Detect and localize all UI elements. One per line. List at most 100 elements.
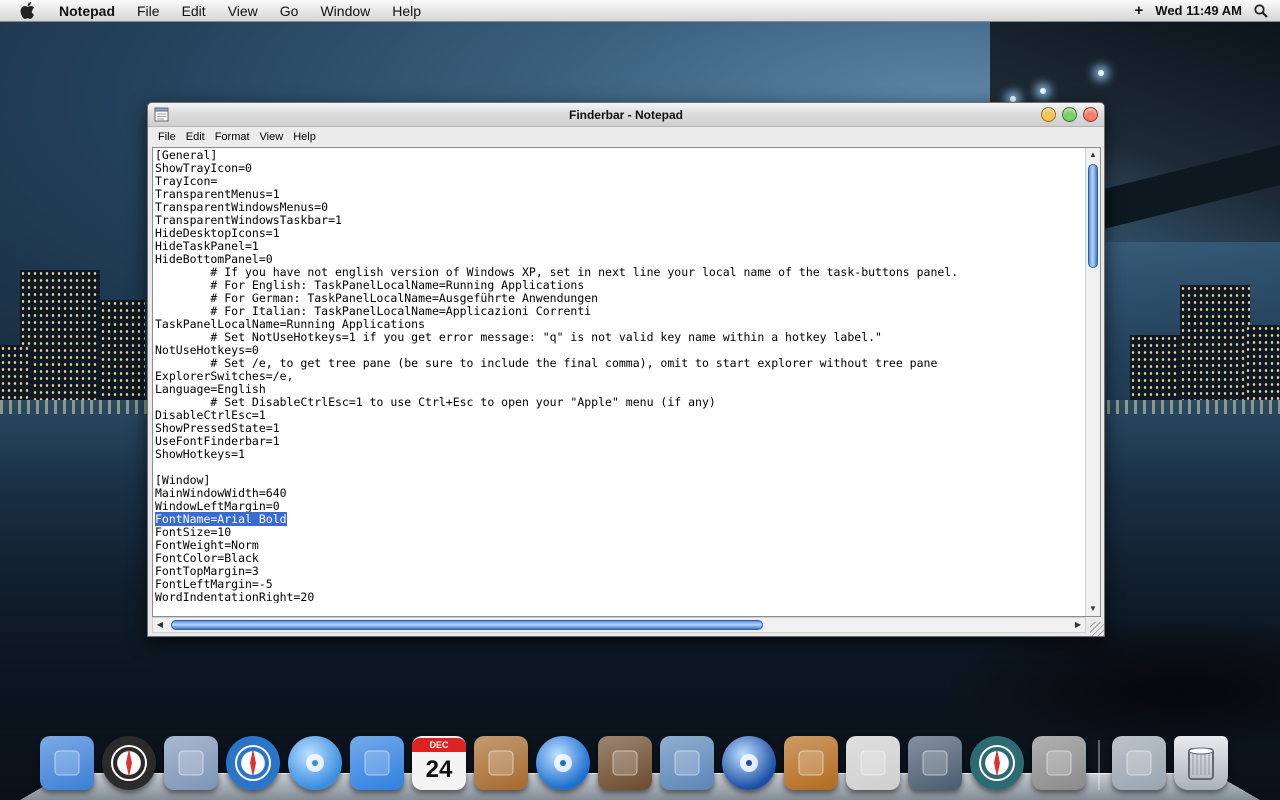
itunes-icon[interactable] bbox=[288, 736, 342, 790]
text-line[interactable]: WordIndentationRight=20 bbox=[155, 590, 1085, 604]
quicktime-icon[interactable] bbox=[536, 736, 590, 790]
text-line[interactable]: FontSize=10 bbox=[155, 526, 1085, 539]
scroll-right-arrow-icon[interactable]: ▶ bbox=[1071, 618, 1085, 632]
trash-icon[interactable] bbox=[1174, 736, 1228, 790]
system-preferences-icon[interactable] bbox=[1032, 736, 1086, 790]
text-line-content: # For Italian: TaskPanelLocalName=Applic… bbox=[155, 304, 592, 318]
iphoto-icon[interactable] bbox=[598, 736, 652, 790]
finder-icon[interactable] bbox=[40, 736, 94, 790]
safari-icon[interactable] bbox=[226, 736, 280, 790]
text-line[interactable]: ExplorerSwitches=/e, bbox=[155, 370, 1085, 383]
text-line-content: FontName=Arial Bold bbox=[155, 512, 287, 526]
text-line-content: TaskPanelLocalName=Running Applications bbox=[155, 317, 426, 331]
bridge-light bbox=[1040, 88, 1046, 94]
dock: DEC 24 bbox=[40, 724, 1250, 790]
text-line[interactable]: # Set /e, to get tree pane (be sure to i… bbox=[155, 357, 1085, 370]
text-line[interactable]: MainWindowWidth=640 bbox=[155, 487, 1085, 500]
text-line[interactable] bbox=[155, 461, 1085, 474]
horizontal-scrollbar[interactable]: ◀ ▶ bbox=[152, 617, 1086, 633]
menu-go[interactable]: Go bbox=[269, 0, 310, 22]
text-line-content: TransparentMenus=1 bbox=[155, 187, 280, 201]
window-menu-file[interactable]: File bbox=[153, 131, 181, 143]
horizontal-scroll-thumb[interactable] bbox=[171, 620, 763, 630]
text-line-content: ExplorerSwitches=/e, bbox=[155, 369, 294, 383]
stack-folder-icon[interactable] bbox=[1112, 736, 1166, 790]
text-line-content: FontTopMargin=3 bbox=[155, 564, 259, 578]
photo-booth-icon[interactable] bbox=[846, 736, 900, 790]
text-line-content: FontWeight=Norm bbox=[155, 538, 259, 552]
menu-app-name[interactable]: Notepad bbox=[55, 0, 126, 22]
text-line-content: # For English: TaskPanelLocalName=Runnin… bbox=[155, 278, 585, 292]
text-line-content: ShowHotkeys=1 bbox=[155, 447, 246, 461]
minimize-button[interactable] bbox=[1041, 107, 1056, 122]
menu-file[interactable]: File bbox=[126, 0, 171, 22]
text-line[interactable]: FontWeight=Norm bbox=[155, 539, 1085, 552]
window-titlebar[interactable]: Finderbar - Notepad bbox=[148, 103, 1104, 127]
selected-text-line[interactable]: FontName=Arial Bold bbox=[155, 512, 1085, 526]
text-line-content: HideDesktopIcons=1 bbox=[155, 226, 280, 240]
text-line[interactable]: HideDesktopIcons=1 bbox=[155, 227, 1085, 240]
vertical-scroll-thumb[interactable] bbox=[1088, 164, 1098, 268]
text-line-content: WordIndentationRight=20 bbox=[155, 590, 315, 604]
text-line[interactable]: FontTopMargin=3 bbox=[155, 565, 1085, 578]
text-line[interactable]: # Set NotUseHotkeys=1 if you get error m… bbox=[155, 331, 1085, 344]
text-editor[interactable]: [General] ShowTrayIcon=0 TrayIcon= Transpar… bbox=[152, 147, 1101, 617]
menu-bar: Notepad File Edit View Go Window Help + … bbox=[0, 0, 1280, 22]
text-line[interactable]: DisableCtrlEsc=1 bbox=[155, 409, 1085, 422]
text-line[interactable]: TrayIcon= bbox=[155, 175, 1085, 188]
spotlight-search-icon[interactable] bbox=[1254, 3, 1268, 18]
text-line-content: FontLeftMargin=-5 bbox=[155, 577, 273, 591]
menu-edit[interactable]: Edit bbox=[171, 0, 217, 22]
address-book-icon[interactable] bbox=[474, 736, 528, 790]
text-line-content: WindowLeftMargin=0 bbox=[155, 499, 280, 513]
preview-icon[interactable] bbox=[660, 736, 714, 790]
text-line[interactable]: # Set DisableCtrlEsc=1 to use Ctrl+Esc t… bbox=[155, 396, 1085, 409]
scroll-up-arrow-icon[interactable]: ▲ bbox=[1086, 148, 1100, 162]
text-line[interactable]: UseFontFinderbar=1 bbox=[155, 435, 1085, 448]
window-menu-format[interactable]: Format bbox=[210, 131, 255, 143]
garageband-icon[interactable] bbox=[784, 736, 838, 790]
ical-icon[interactable]: DEC 24 bbox=[412, 736, 466, 790]
menu-view[interactable]: View bbox=[217, 0, 269, 22]
window-menu-edit[interactable]: Edit bbox=[181, 131, 210, 143]
text-line-content: HideBottomPanel=0 bbox=[155, 252, 273, 266]
ichat-icon[interactable] bbox=[350, 736, 404, 790]
resize-grip[interactable] bbox=[1090, 622, 1104, 636]
text-content[interactable]: [General] ShowTrayIcon=0 TrayIcon= Transpar… bbox=[155, 149, 1085, 603]
window-title: Finderbar - Notepad bbox=[568, 108, 683, 122]
maximize-button[interactable] bbox=[1062, 107, 1077, 122]
mail-icon[interactable] bbox=[164, 736, 218, 790]
scroll-left-arrow-icon[interactable]: ◀ bbox=[153, 618, 167, 632]
close-button[interactable] bbox=[1083, 107, 1098, 122]
text-line[interactable]: ShowTrayIcon=0 bbox=[155, 162, 1085, 175]
text-line[interactable]: FontColor=Black bbox=[155, 552, 1085, 565]
ical-month: DEC bbox=[412, 738, 466, 752]
text-line-content: FontSize=10 bbox=[155, 525, 232, 539]
scroll-down-arrow-icon[interactable]: ▼ bbox=[1086, 602, 1100, 616]
vertical-scrollbar[interactable]: ▲ ▼ bbox=[1085, 148, 1100, 616]
text-line-content: TrayIcon= bbox=[155, 174, 218, 188]
text-line[interactable]: TransparentWindowsTaskbar=1 bbox=[155, 214, 1085, 227]
menu-help[interactable]: Help bbox=[381, 0, 432, 22]
menubar-clock[interactable]: Wed 11:49 AM bbox=[1155, 3, 1242, 18]
window-menu-help[interactable]: Help bbox=[288, 131, 321, 143]
dashboard-icon[interactable] bbox=[102, 736, 156, 790]
text-line[interactable]: ShowHotkeys=1 bbox=[155, 448, 1085, 461]
dvd-player-icon[interactable] bbox=[722, 736, 776, 790]
text-line-content: UseFontFinderbar=1 bbox=[155, 434, 280, 448]
text-line-content: DisableCtrlEsc=1 bbox=[155, 408, 266, 422]
text-line[interactable]: WindowLeftMargin=0 bbox=[155, 500, 1085, 513]
text-line-content: # For German: TaskPanelLocalName=Ausgefü… bbox=[155, 291, 599, 305]
text-line[interactable]: [General] bbox=[155, 149, 1085, 162]
apple-menu-icon[interactable] bbox=[0, 0, 55, 22]
menu-window[interactable]: Window bbox=[309, 0, 381, 22]
time-machine-icon[interactable] bbox=[970, 736, 1024, 790]
text-line[interactable]: HideTaskPanel=1 bbox=[155, 240, 1085, 253]
text-line[interactable]: ShowPressedState=1 bbox=[155, 422, 1085, 435]
spaces-icon[interactable] bbox=[908, 736, 962, 790]
text-line[interactable]: [Window] bbox=[155, 474, 1085, 487]
wallpaper-rocks bbox=[950, 620, 1280, 740]
text-line-content: FontColor=Black bbox=[155, 551, 259, 565]
window-menu-view[interactable]: View bbox=[255, 131, 289, 143]
plus-icon[interactable]: + bbox=[1135, 2, 1144, 19]
